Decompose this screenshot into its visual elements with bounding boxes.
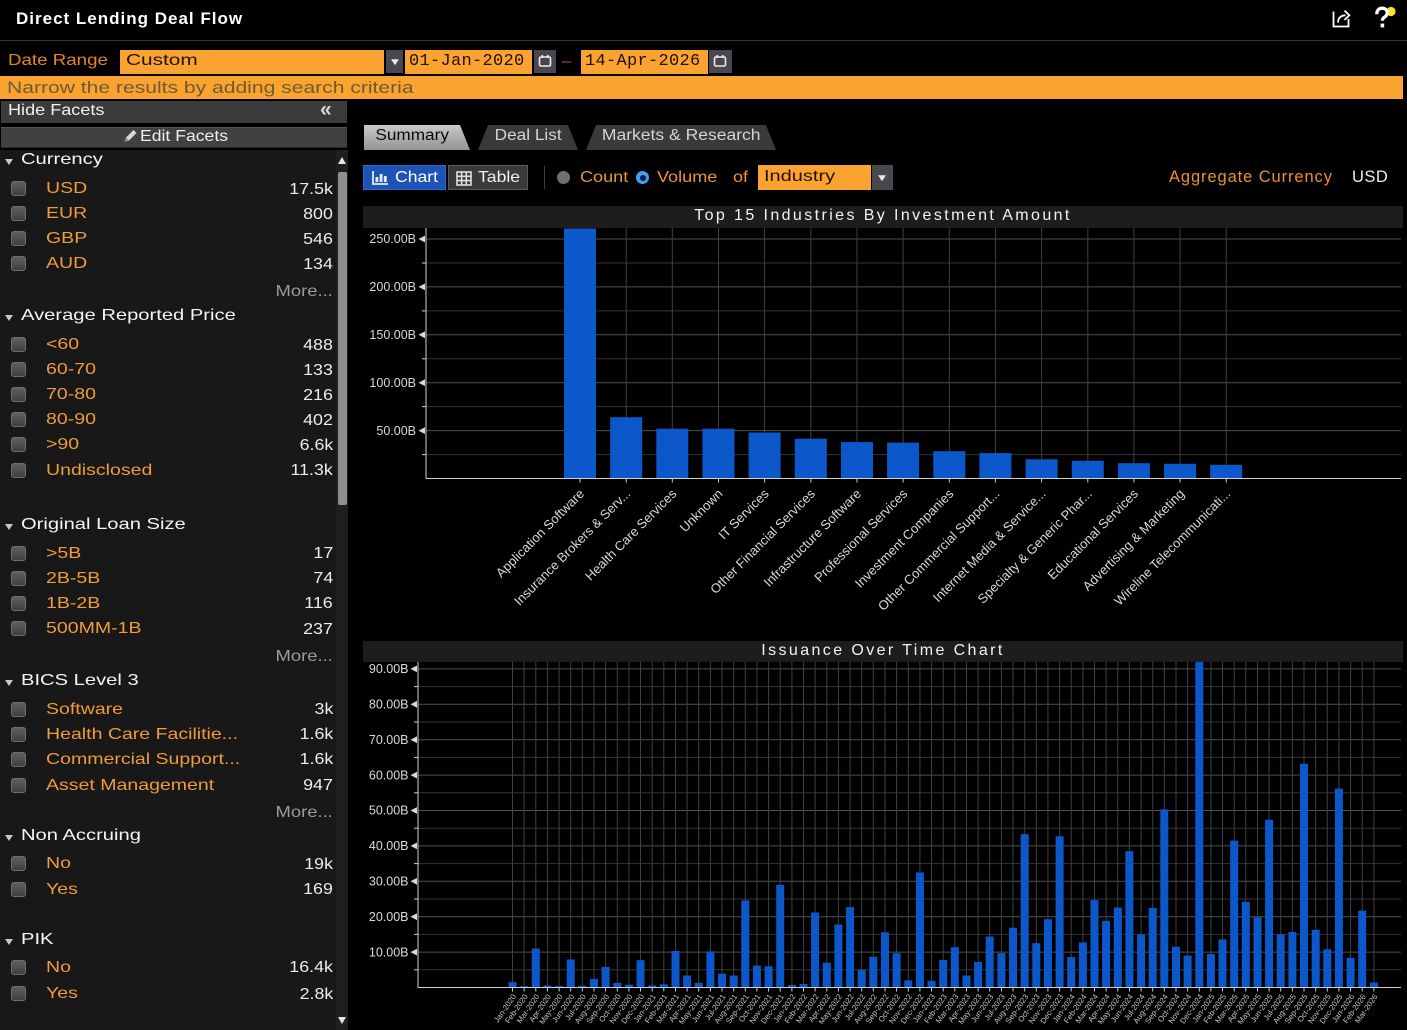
svg-text:90.00B: 90.00B — [369, 662, 409, 676]
svg-text:30.00B: 30.00B — [369, 875, 409, 889]
svg-text:50.00B: 50.00B — [369, 804, 409, 818]
svg-text:10.00B: 10.00B — [369, 945, 409, 959]
svg-text:40.00B: 40.00B — [369, 839, 409, 853]
svg-text:60.00B: 60.00B — [369, 768, 409, 782]
svg-text:70.00B: 70.00B — [369, 733, 409, 747]
svg-text:20.00B: 20.00B — [369, 910, 409, 924]
svg-text:80.00B: 80.00B — [369, 698, 409, 712]
